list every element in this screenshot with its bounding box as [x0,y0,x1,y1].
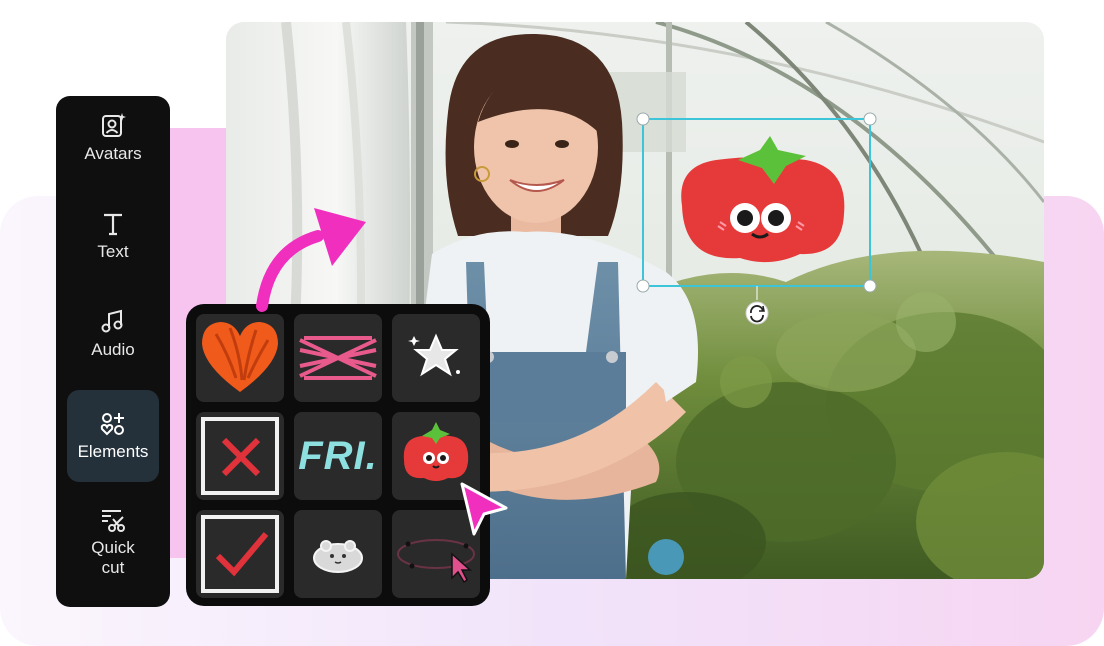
cross-lines-icon [299,336,377,380]
avatar-icon [102,113,126,137]
fri-text-sticker[interactable]: FRI. [294,412,382,500]
checkmark-box-sticker[interactable] [196,510,284,598]
sidebar-item-avatars[interactable]: Avatars [67,112,159,182]
bear-cloud-icon [313,540,363,573]
elements-panel: FRI. [186,304,490,606]
sidebar-item-text[interactable]: Text [67,210,159,280]
scissors-icon [102,510,125,532]
sidebar: Avatars Text Audio Elements Quick cut [56,96,170,607]
orbit-cursor-sticker[interactable] [392,510,480,598]
x-box-icon [201,417,279,495]
sidebar-item-label: Audio [91,340,135,359]
text-icon [104,213,122,236]
orbit-cursor-icon [397,539,475,584]
fri-text: FRI. [298,433,378,478]
tomato-icon [403,422,469,481]
sparkle-star-sticker[interactable] [392,314,480,402]
sidebar-item-label: Elements [77,442,149,461]
x-box-sticker[interactable] [196,412,284,500]
sidebar-item-quick-cut[interactable]: Quick cut [67,506,159,596]
sidebar-item-audio[interactable]: Audio [67,308,159,378]
cross-lines-sticker[interactable] [294,314,382,402]
bear-cloud-sticker[interactable] [294,510,382,598]
elements-icon [100,413,124,436]
tomato-sticker[interactable] [392,412,480,500]
sidebar-item-elements[interactable]: Elements [67,390,159,482]
checkmark-box-icon [201,515,279,593]
heart-icon [202,322,278,392]
heart-sticker[interactable] [196,314,284,402]
sidebar-item-label: Avatars [84,144,142,163]
music-note-icon [101,309,123,333]
sidebar-item-label: Text [97,242,129,261]
sidebar-item-label: Quick cut [91,538,135,577]
sparkle-star-icon [408,333,460,377]
